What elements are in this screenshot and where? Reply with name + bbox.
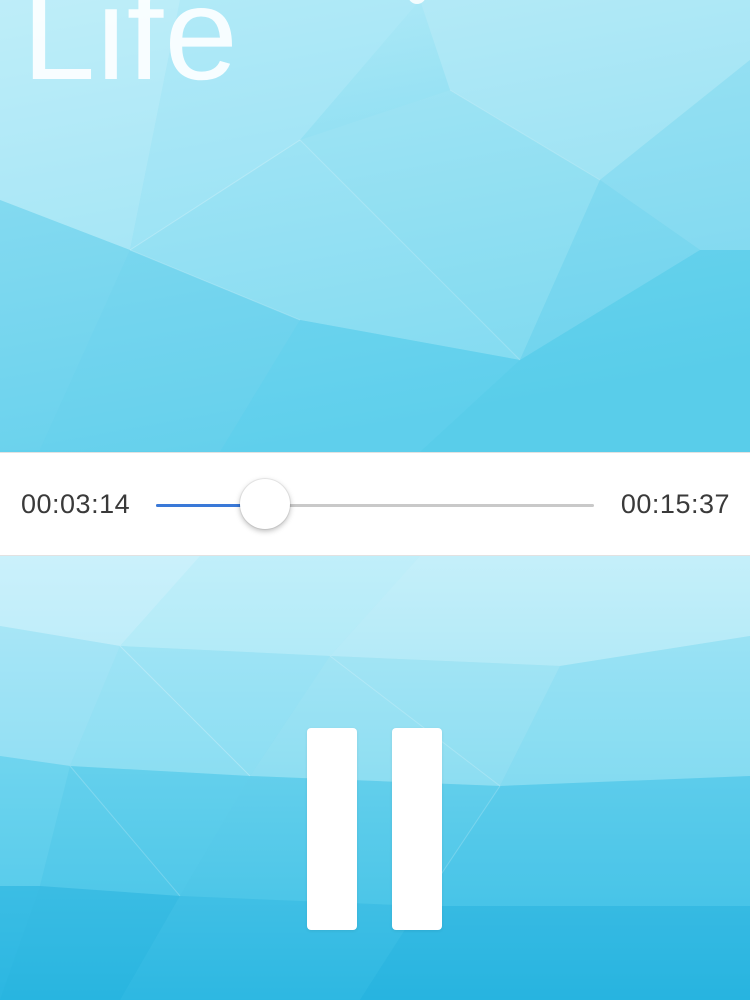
seek-slider-thumb[interactable] — [239, 479, 290, 529]
pause-icon-right-bar — [392, 728, 442, 930]
seek-slider-track[interactable] — [156, 479, 594, 529]
total-duration: 00:15:37 — [620, 489, 730, 519]
elapsed-time: 00:03:14 — [21, 489, 131, 519]
pause-button[interactable] — [300, 720, 450, 935]
artwork-background: Life — [0, 0, 750, 452]
playback-progress-bar: 00:03:14 00:15:37 — [0, 452, 750, 556]
track-title: Life — [22, 0, 239, 107]
pause-icon-left-bar — [307, 728, 357, 930]
